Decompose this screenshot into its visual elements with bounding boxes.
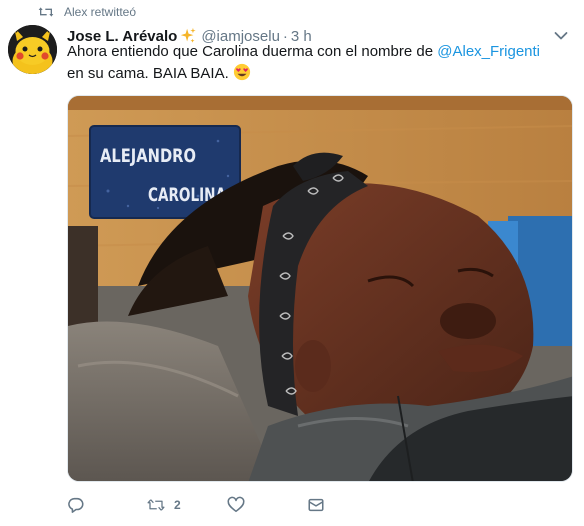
envelope-icon: [308, 498, 324, 512]
tweet-text-part2: en su cama. BAIA BAIA.: [67, 65, 233, 82]
avatar[interactable]: [8, 25, 57, 74]
tweet-text-part1: Ahora entiendo que Carolina duerma con e…: [67, 43, 438, 60]
direct-message-button[interactable]: [307, 494, 334, 516]
reply-icon: [68, 497, 84, 513]
like-button[interactable]: [227, 494, 254, 516]
sign-line-1: ALEJANDRO: [100, 145, 196, 167]
retweet-count: 2: [174, 498, 181, 512]
retweet-icon: [147, 499, 165, 511]
heart-eyes-icon: [233, 63, 251, 81]
reply-button[interactable]: [67, 494, 94, 516]
tweet-actions: 2: [67, 494, 367, 516]
heart-icon: [227, 496, 245, 513]
retweet-context-label: Alex retwitteó: [64, 5, 137, 19]
retweet-icon: [38, 7, 54, 17]
tweet-photo[interactable]: ALEJANDRO CAROLINA: [67, 95, 573, 482]
retweet-button[interactable]: 2: [147, 494, 181, 516]
mention-link[interactable]: @Alex_Frigenti: [437, 43, 540, 60]
tweet-text: Ahora entiendo que Carolina duerma con e…: [67, 41, 557, 85]
retweet-context[interactable]: Alex retwitteó: [38, 3, 136, 21]
